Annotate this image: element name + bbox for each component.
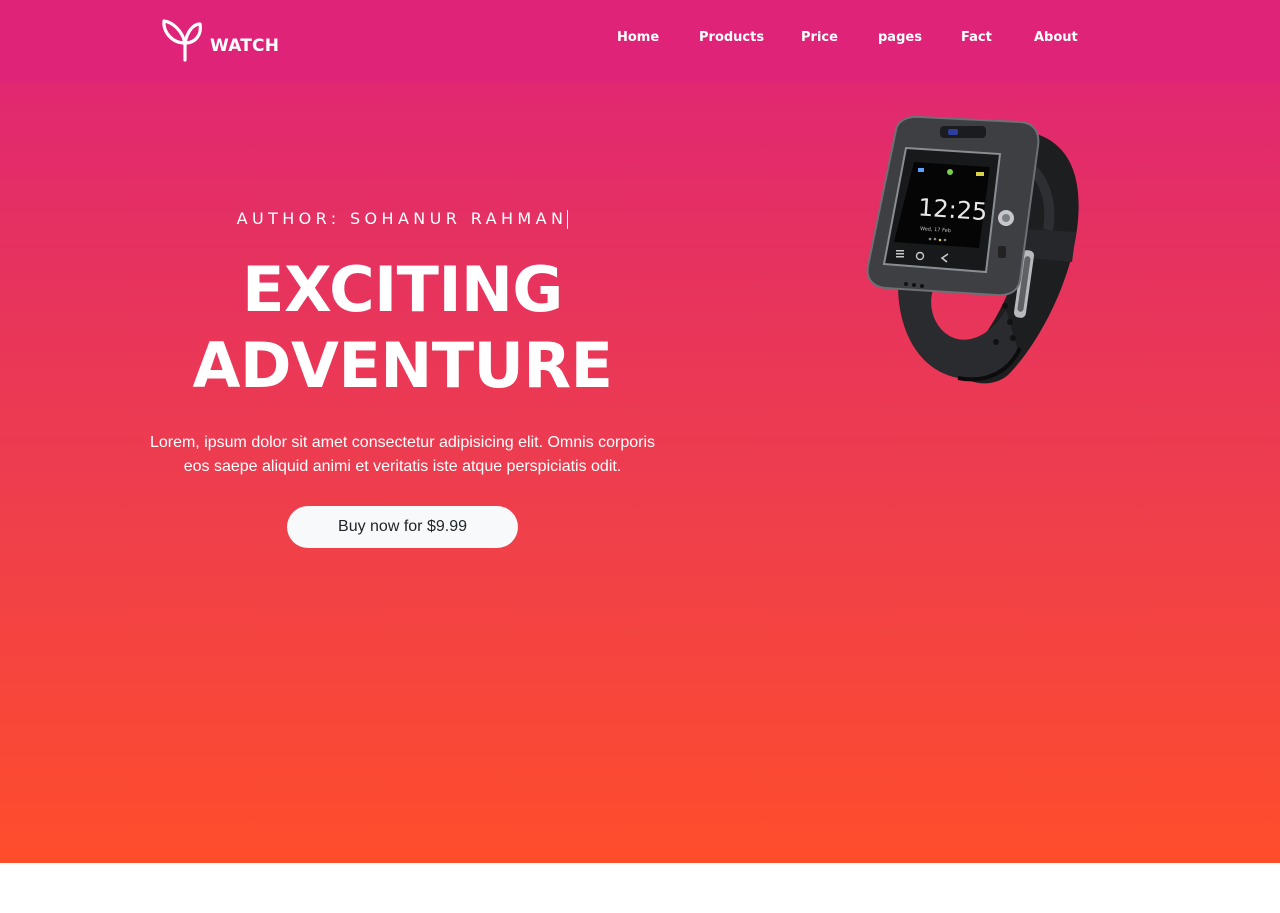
smartwatch-image: 12:25 Wed, 17 Feb <box>866 115 1079 384</box>
hero-author: AUTHOR: SOHANUR RAHMAN <box>120 200 685 238</box>
nav-item-fact[interactable]: Fact <box>961 30 992 45</box>
nav-item-home[interactable]: Home <box>617 30 659 45</box>
buy-now-button[interactable]: Buy now for $9.99 <box>287 506 518 548</box>
typing-caret <box>567 210 569 229</box>
nav-item-products[interactable]: Products <box>699 30 764 45</box>
nav-item-pages[interactable]: pages <box>878 30 922 45</box>
hero-content: AUTHOR: SOHANUR RAHMAN EXCITING ADVENTUR… <box>120 200 685 548</box>
headline-line-1: EXCITING <box>242 253 563 326</box>
brand-logo[interactable]: WATCH <box>160 14 279 64</box>
hero-description: Lorem, ipsum dolor sit amet consectetur … <box>149 434 656 475</box>
watch-time: 12:25 <box>917 193 988 226</box>
brand-name: WATCH <box>210 36 280 56</box>
hero-section: WATCH Home Products Price pages Fact Abo… <box>0 0 1280 863</box>
hero-headline: EXCITING ADVENTURE <box>120 252 685 404</box>
nav-item-price[interactable]: Price <box>801 30 838 45</box>
navbar: WATCH Home Products Price pages Fact Abo… <box>0 0 1280 82</box>
author-text: AUTHOR: SOHANUR RAHMAN <box>236 209 568 228</box>
sprout-icon <box>162 19 202 62</box>
nav-item-about[interactable]: About <box>1034 30 1078 45</box>
headline-line-2: ADVENTURE <box>192 329 613 402</box>
